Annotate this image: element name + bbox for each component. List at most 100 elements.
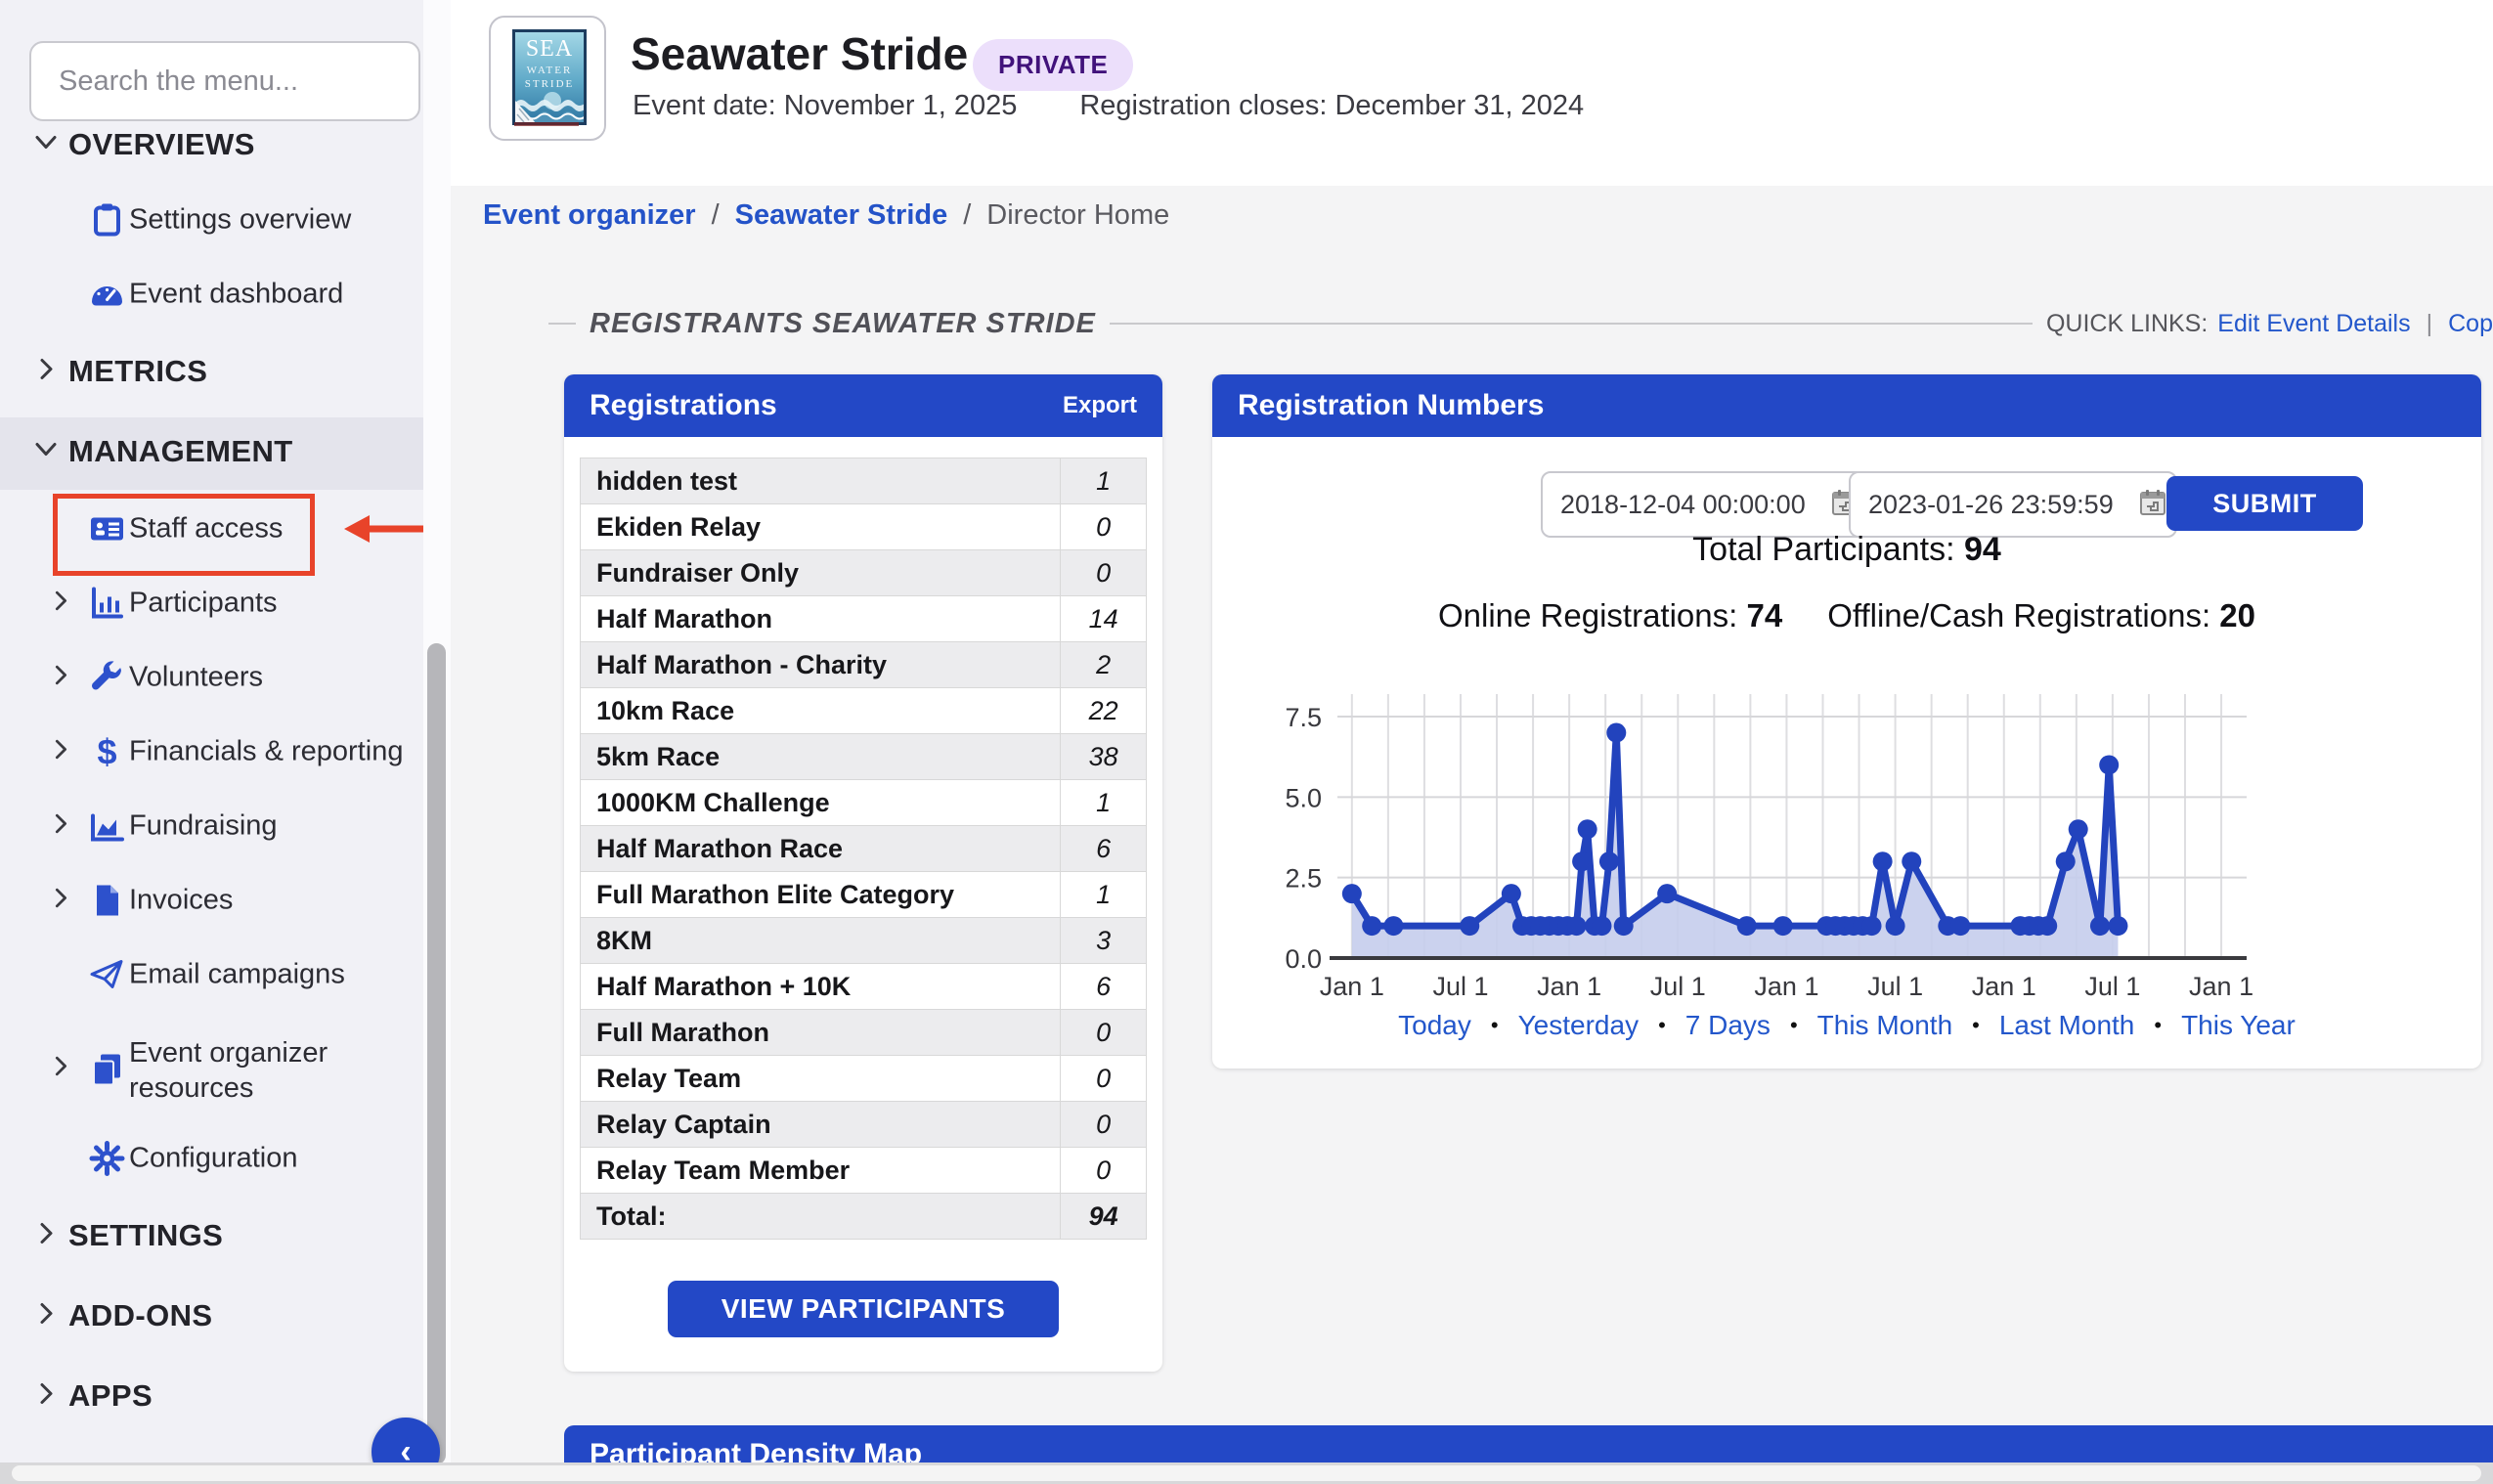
- sidebar-item-financials[interactable]: $ Financials & reporting: [0, 724, 423, 779]
- table-row: Fundraiser Only0: [580, 550, 1147, 596]
- registrations-table: hidden test1Ekiden Relay0Fundraiser Only…: [580, 458, 1147, 1240]
- sidebar-item-label: OVERVIEWS: [68, 127, 255, 162]
- bullet-separator: •: [1658, 1013, 1666, 1038]
- range-link-7-days[interactable]: 7 Days: [1685, 1010, 1771, 1041]
- table-row: hidden test1: [580, 458, 1147, 504]
- sidebar-item-event-dashboard[interactable]: Event dashboard: [0, 267, 423, 322]
- quick-links-label: QUICK LINKS:: [2046, 310, 2208, 338]
- sidebar-item-label: Configuration: [129, 1143, 298, 1175]
- date-range-links: Today•Yesterday•7 Days•This Month•Last M…: [1309, 1010, 2384, 1041]
- table-row: Half Marathon - Charity2: [580, 642, 1147, 688]
- export-link[interactable]: Export: [1063, 392, 1137, 419]
- chevron-right-icon: [49, 738, 72, 766]
- date-to-input[interactable]: [1866, 489, 2132, 521]
- sidebar-item-add-ons[interactable]: ADD-ONS: [0, 1288, 423, 1343]
- sidebar-item-event-organizer-resources[interactable]: Event organizerresources: [0, 1031, 423, 1106]
- sidebar-item-email-campaigns[interactable]: Email campaigns: [0, 947, 423, 1002]
- table-row: Full Marathon0: [580, 1010, 1147, 1056]
- row-value: 0: [1060, 1010, 1146, 1055]
- event-logo-image: SEA WATER STRIDE: [512, 29, 587, 125]
- menu-search[interactable]: [29, 41, 420, 121]
- row-value: 94: [1060, 1194, 1146, 1239]
- chevron-down-icon: [33, 130, 59, 160]
- table-row: Relay Captain0: [580, 1102, 1147, 1148]
- date-from-field[interactable]: [1541, 471, 1865, 538]
- sidebar-item-label: ADD-ONS: [68, 1298, 212, 1333]
- sidebar-scrollbar[interactable]: [423, 0, 453, 1484]
- chevron-right-icon: [33, 1381, 59, 1412]
- row-label: Relay Captain: [581, 1110, 1060, 1140]
- sidebar-item-apps[interactable]: APPS: [0, 1369, 423, 1423]
- copy-link-truncated[interactable]: Cop: [2448, 310, 2493, 338]
- date-to-field[interactable]: [1849, 471, 2177, 538]
- sidebar-item-label: APPS: [68, 1378, 153, 1414]
- sidebar-item-participants[interactable]: Participants: [0, 576, 423, 631]
- dashboard-icon: [89, 277, 125, 313]
- sidebar-item-management[interactable]: MANAGEMENT: [0, 424, 423, 479]
- main-content: SEA WATER STRIDE Seawater Stride: [451, 0, 2493, 1484]
- date-from-input[interactable]: [1558, 489, 1824, 521]
- breadcrumb-seawater-stride[interactable]: Seawater Stride: [735, 199, 948, 232]
- view-participants-button[interactable]: VIEW PARTICIPANTS: [668, 1281, 1059, 1337]
- online-offline-counts: Online Registrations: 74 Offline/Cash Re…: [1309, 597, 2384, 634]
- breadcrumb-event-organizer[interactable]: Event organizer: [483, 199, 696, 232]
- chevron-right-icon: [33, 1301, 59, 1331]
- sidebar-item-label: Fundraising: [129, 810, 278, 843]
- range-link-today[interactable]: Today: [1398, 1010, 1471, 1041]
- chevron-right-icon: [33, 357, 59, 387]
- calendar-icon[interactable]: [2140, 489, 2165, 521]
- submit-button[interactable]: SUBMIT: [2166, 476, 2363, 531]
- sidebar-item-configuration[interactable]: Configuration: [0, 1131, 423, 1186]
- sidebar-item-invoices[interactable]: Invoices: [0, 873, 423, 928]
- file-icon: [89, 883, 125, 919]
- registration-numbers-title: Registration Numbers: [1238, 389, 1544, 422]
- chevron-right-icon: [49, 812, 72, 841]
- private-badge: PRIVATE: [973, 39, 1133, 91]
- sidebar-item-fundraising[interactable]: Fundraising: [0, 799, 423, 853]
- table-row: Total:94: [580, 1194, 1147, 1240]
- range-link-last-month[interactable]: Last Month: [1999, 1010, 2135, 1041]
- row-label: 1000KM Challenge: [581, 788, 1060, 818]
- row-label: Half Marathon: [581, 604, 1060, 634]
- row-label: hidden test: [581, 466, 1060, 497]
- sidebar-item-overviews[interactable]: OVERVIEWS: [0, 117, 423, 172]
- sidebar-scrollbar-thumb[interactable]: [427, 643, 446, 1464]
- svg-text:Jan 1: Jan 1: [1754, 972, 1818, 1001]
- range-link-yesterday[interactable]: Yesterday: [1518, 1010, 1640, 1041]
- event-date: Event date: November 1, 2025: [633, 90, 1017, 122]
- row-value: 0: [1060, 504, 1146, 549]
- sidebar-item-volunteers[interactable]: Volunteers: [0, 650, 423, 705]
- table-row: 10km Race22: [580, 688, 1147, 734]
- row-value: 14: [1060, 596, 1146, 641]
- row-label: Half Marathon - Charity: [581, 650, 1060, 680]
- sidebar-item-label: Financials & reporting: [129, 736, 403, 768]
- chevron-down-icon: [33, 437, 59, 467]
- sidebar-item-label: SETTINGS: [68, 1218, 223, 1253]
- registration-numbers-panel: Registration Numbers SUBMIT Total Partic…: [1212, 374, 2481, 1069]
- table-row: 5km Race38: [580, 734, 1147, 780]
- svg-text:Jul 1: Jul 1: [1867, 972, 1923, 1001]
- row-label: Full Marathon: [581, 1018, 1060, 1048]
- gear-icon: [89, 1141, 125, 1177]
- sidebar-item-label: METRICS: [68, 354, 207, 389]
- sidebar-item-metrics[interactable]: METRICS: [0, 344, 423, 399]
- range-link-this-year[interactable]: This Year: [2181, 1010, 2296, 1041]
- sidebar-item-label: Invoices: [129, 885, 233, 917]
- sidebar-item-settings[interactable]: SETTINGS: [0, 1208, 423, 1263]
- search-input[interactable]: [57, 65, 429, 99]
- paper-plane-icon: [89, 957, 125, 993]
- row-value: 3: [1060, 918, 1146, 963]
- row-label: Half Marathon + 10K: [581, 972, 1060, 1002]
- svg-text:2.5: 2.5: [1285, 864, 1322, 894]
- range-link-this-month[interactable]: This Month: [1817, 1010, 1953, 1041]
- chevron-right-icon: [49, 1055, 72, 1083]
- horizontal-scrollbar-thumb[interactable]: [12, 1465, 2481, 1481]
- dollar-icon: $: [89, 734, 125, 770]
- table-row: Half Marathon14: [580, 596, 1147, 642]
- horizontal-scrollbar[interactable]: [0, 1462, 2493, 1484]
- breadcrumb-separator: /: [963, 199, 971, 232]
- svg-text:5.0: 5.0: [1285, 783, 1322, 812]
- sidebar-item-settings-overview[interactable]: Settings overview: [0, 193, 423, 247]
- total-participants: Total Participants: 94: [1309, 531, 2384, 569]
- edit-event-details-link[interactable]: Edit Event Details: [2217, 310, 2410, 338]
